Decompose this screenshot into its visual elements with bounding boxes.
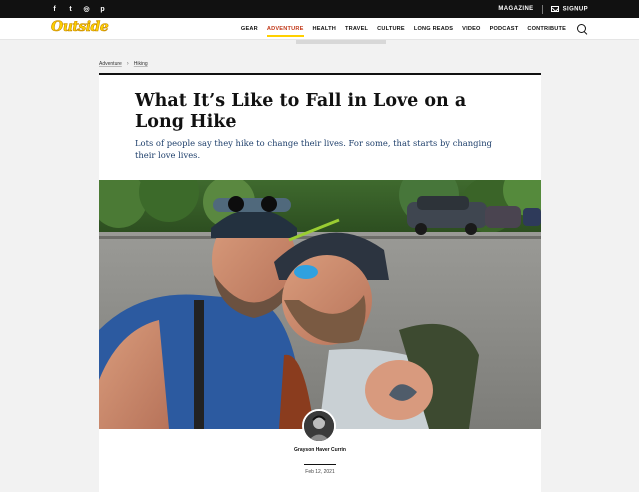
outside-logo[interactable]: Outside: [51, 19, 109, 36]
twitter-icon[interactable]: t: [67, 4, 74, 14]
nav-contribute[interactable]: CONTRIBUTE: [527, 18, 566, 40]
signup-link[interactable]: SIGNUP: [550, 5, 588, 13]
nav-adventure[interactable]: ADVENTURE: [266, 18, 304, 40]
breadcrumb-adventure[interactable]: Adventure: [99, 61, 122, 67]
hero-image: [99, 180, 541, 429]
main-nav-bar: Outside GEAR ADVENTURE HEALTH TRAVEL CUL…: [0, 18, 639, 40]
instagram-icon[interactable]: ◎: [83, 4, 90, 14]
nav-video[interactable]: VIDEO: [462, 18, 480, 40]
article-dek: Lots of people say they hike to change t…: [135, 138, 492, 160]
breadcrumb-hiking[interactable]: Hiking: [134, 61, 148, 67]
top-bar: f t ◎ p MAGAZINE SIGNUP: [0, 0, 639, 18]
magazine-link[interactable]: MAGAZINE: [498, 6, 533, 12]
nav-gear[interactable]: GEAR: [241, 18, 258, 40]
nav-podcast[interactable]: PODCAST: [490, 18, 519, 40]
mail-icon: [550, 5, 559, 12]
divider: [541, 4, 543, 14]
chevron-right-icon: ›: [126, 61, 129, 67]
breadcrumb: Adventure › Hiking: [99, 61, 148, 67]
article-card: What It’s Like to Fall in Love on a Long…: [99, 75, 541, 492]
search-icon[interactable]: [577, 23, 588, 35]
publish-date: Feb 12, 2021: [305, 469, 335, 475]
signup-label: SIGNUP: [562, 6, 588, 13]
ad-placeholder: [296, 40, 386, 44]
account-links: MAGAZINE SIGNUP: [498, 0, 588, 18]
nav-travel[interactable]: TRAVEL: [345, 18, 368, 40]
facebook-icon[interactable]: f: [51, 4, 58, 14]
social-links: f t ◎ p: [51, 4, 106, 14]
author-name[interactable]: Grayson Haver Currin: [280, 447, 360, 454]
nav-culture[interactable]: CULTURE: [377, 18, 405, 40]
article-title: What It’s Like to Fall in Love on a Long…: [135, 91, 467, 132]
author-avatar[interactable]: [302, 409, 336, 443]
pinterest-icon[interactable]: p: [99, 4, 106, 14]
nav-long-reads[interactable]: LONG READS: [414, 18, 453, 40]
author-divider: [304, 464, 336, 465]
main-nav: GEAR ADVENTURE HEALTH TRAVEL CULTURE LON…: [241, 18, 588, 40]
nav-health[interactable]: HEALTH: [313, 18, 336, 40]
